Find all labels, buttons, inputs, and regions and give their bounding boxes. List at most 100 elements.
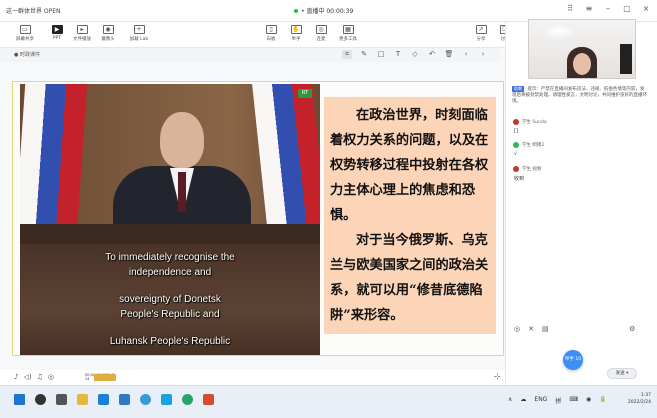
eraser-tool-icon[interactable]: ◇ [410,50,420,59]
window-controls: ⠿ ≡ – ▢ × [565,4,651,13]
wifi-icon[interactable]: ◉ [586,396,591,405]
avatar [513,119,519,125]
powerpoint-icon[interactable] [203,394,214,405]
subtitle-line: sovereignty of Donetsk [119,294,221,305]
app-icon[interactable] [161,394,172,405]
record-icon[interactable]: ◎ [48,373,54,381]
tool-screen-share[interactable]: ▭ 屏幕共享 [10,25,40,42]
tool-add-window[interactable]: + 加载 Lab [124,25,154,42]
explorer-icon[interactable] [77,394,88,405]
prev-page-icon[interactable]: ‹ [461,50,471,59]
text-tool-icon[interactable]: T [393,50,403,59]
desk [20,224,320,244]
check-icon[interactable] [119,394,130,405]
chat-entry: 学生 Sunda [513,119,547,125]
os-taskbar: ∧ ☁ ENG 拼 ⌨ ◉ 🔋 1:37 2022/2/24 [0,385,657,418]
slides-icon: ▶ [51,25,63,34]
webcam-person-face [573,53,591,75]
tool-label: 摄像头 [101,37,115,42]
trash-icon[interactable]: 🗑 [444,50,454,59]
clock-date: 2022/2/24 [627,400,651,405]
share-icon: ↗ [475,25,487,34]
taskview-icon[interactable] [56,394,67,405]
cloud-icon[interactable]: ☁ [520,396,526,405]
tool-label: 屏幕共享 [16,37,34,42]
tool-label: 加载 Lab [129,37,149,42]
panel-tools: ◎ ✕ ▤ [514,325,549,333]
pen-tool-icon[interactable]: ✎ [359,50,369,59]
chat-notice: 助教 提示：严禁在直播间发布违法、违规、低俗色情等内容，发现后将被封禁处理。请理… [512,86,648,105]
mic-icon: ◎ [315,25,327,34]
avatar [513,142,519,148]
draw-tools: ⌗ ✎ □ T ◇ ↶ 🗑 ‹ › [342,50,488,59]
chat-author: 学生 视频 [522,167,542,172]
slide-paragraph-1: 在政治世界，时刻面临着权力关系的问题，以及在权势转移过程中投射在各权力主体心理上… [330,108,489,223]
send-button[interactable]: 发送 ▾ [607,368,637,379]
whiteboard-icon: ▯ [265,25,277,34]
flag-left [20,84,88,234]
music-icon[interactable]: ♫ [37,373,43,381]
battery-icon[interactable]: 🔋 [599,396,606,405]
start-icon[interactable] [14,394,25,405]
ceiling-light [539,22,579,40]
speaker-icon[interactable]: ◁) [23,373,31,381]
keyboard-icon[interactable]: ⌨ [569,396,578,405]
minimize-button[interactable]: – [603,4,613,13]
webcam-preview[interactable] [528,19,636,79]
next-page-icon[interactable]: › [478,50,488,59]
hand-icon: ✋ [290,25,302,34]
chat-message: [] [514,128,518,134]
tool-camera[interactable]: ◉ 摄像头 [93,25,123,42]
emoji-icon[interactable]: ◎ [514,325,520,333]
taskbar-apps [14,394,214,405]
mic-icon[interactable]: ♪ [14,373,18,381]
close-button[interactable]: × [641,4,651,13]
menu-icon[interactable]: ≡ [584,4,594,13]
camera-icon: ◉ [102,25,114,34]
file-name: ● 时政课件 [14,52,40,58]
chrome-icon[interactable] [182,394,193,405]
ime-indicator[interactable]: 拼 [555,396,561,405]
fullscreen-icon[interactable]: ⊹ [494,372,501,381]
scissors-icon[interactable]: ✕ [528,325,534,333]
edge-icon[interactable] [140,394,151,405]
embedded-video[interactable]: RT To immediately recognise the independ… [20,84,320,355]
tool-more[interactable]: ▦ 更多工具 [333,25,363,42]
speaker-head [160,112,204,168]
slide-paragraph-2: 对于当今俄罗斯、乌克兰与欧美国家之间的政治关系，就可以用“修昔底德陷阱”来形容。 [330,233,489,323]
store-icon[interactable] [98,394,109,405]
audio-controls: ♪ ◁) ♫ ◎ [14,373,54,381]
more-icon: ▦ [342,25,354,34]
slide-textbox: 在政治世界，时刻面临着权力关系的问题，以及在权势转移过程中投射在各权力主体心理上… [324,97,496,334]
subtitle-line: People's Republic and [120,309,220,320]
avatar [513,166,519,172]
tool-mic-link[interactable]: ◎ 连麦 [306,25,336,42]
bottom-status-bar: ♪ ◁) ♫ ◎ 00:00:00 2022-2-24 ⊹ [0,370,505,385]
add-window-icon: + [133,25,145,34]
maximize-button[interactable]: ▢ [622,4,632,13]
rectangle-tool-icon[interactable]: □ [376,50,386,59]
live-timer: • 直播中 00:00:39 [301,8,354,15]
layout-icon[interactable]: ⠿ [565,4,575,13]
undo-icon[interactable]: ↶ [427,50,437,59]
webcam-monitor [620,44,632,74]
audio-level-bar [94,374,116,381]
raise-hand-button[interactable]: 举手 10 [563,350,583,370]
app-window: 这一群体世界 OPEN • 直播中 00:00:39 ⠿ ≡ – ▢ × ▭ 屏… [0,0,657,418]
search-icon[interactable] [35,394,46,405]
tray-chevron-icon[interactable]: ∧ [508,396,512,405]
monitor-icon: ▭ [19,25,31,34]
settings-icon[interactable]: ⚙ [629,325,635,333]
subtitle-line: Luhansk People's Republic [109,336,231,347]
channel-logo: RT [298,89,312,98]
chat-message: 收到 [514,176,525,182]
assistant-badge: 助教 [512,86,524,92]
chat-author: 学生 明锦2 [522,143,545,148]
language-indicator[interactable]: ENG [534,396,547,405]
select-tool-icon[interactable]: ⌗ [342,50,352,59]
image-icon[interactable]: ▤ [542,325,549,333]
video-subtitles: To immediately recognise the independenc… [20,250,320,349]
tool-label: 更多工具 [339,37,357,42]
clock[interactable]: 1:37 2022/2/24 [628,392,651,406]
subtitle-line: independence and [128,267,212,278]
